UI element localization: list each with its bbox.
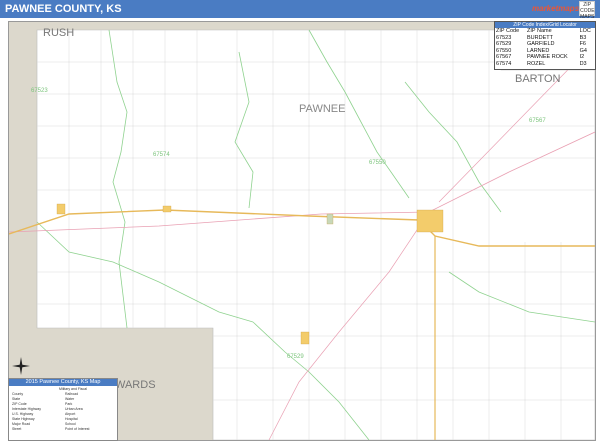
zip-label-67567: 67567	[529, 118, 546, 124]
legend-item: ZIP Code	[12, 402, 27, 406]
legend-item: Railroad	[65, 392, 79, 396]
legend-item: Hospital	[65, 417, 78, 421]
zip-table: ZIP Code ZIP Name LOC 67523 BURDETT B3 6…	[495, 28, 595, 67]
legend-item: School	[65, 422, 76, 426]
legend-subtitle: Military and Fiscal	[59, 387, 88, 391]
name-cell: ROZEL	[526, 60, 546, 67]
county-label-edwards: WARDS	[115, 379, 156, 391]
zip-table-header-row: ZIP Code ZIP Name LOC	[495, 28, 595, 35]
county-label-pawnee: PAWNEE	[299, 103, 345, 115]
legend-item: Point of Interest	[65, 427, 90, 431]
zip-label-67550: 67550	[369, 160, 386, 166]
table-row: 67529 GARFIELD F6	[495, 41, 595, 48]
table-row: 67567 PAWNEE ROCK I2	[495, 54, 595, 61]
west-county-area	[9, 30, 37, 328]
zip-label-67529: 67529	[287, 354, 304, 360]
logo-text: marketmaps	[532, 4, 580, 13]
legend-item: Park	[65, 402, 73, 406]
zip-label-67574: 67574	[153, 152, 170, 158]
table-row: 67574 ROZEL D3	[495, 61, 595, 68]
legend-item: Airport	[65, 412, 76, 416]
zip-cell: 67574	[496, 60, 512, 67]
compass-rose-icon	[12, 357, 30, 375]
legend-item: State Highway	[12, 417, 35, 421]
legend-item: Urban Area	[65, 407, 83, 411]
loc-cell: D3	[579, 60, 587, 67]
zip-label-67523: 67523	[31, 88, 48, 94]
legend-title: 2015 Pawnee County, KS Map	[9, 379, 117, 386]
county-label-rush: RUSH	[43, 27, 74, 39]
legend-item: Water	[65, 397, 75, 401]
logo: marketmaps ZIP CODE MAPS	[532, 1, 596, 20]
legend-item: Major Road	[12, 422, 31, 426]
legend-item: Interstate Highway	[12, 407, 41, 411]
legend-item: State	[12, 397, 21, 401]
county-label-barton: BARTON	[515, 73, 560, 85]
zip-index-table: ZIP Code Index/Grid Locator ZIP Code ZIP…	[494, 21, 596, 70]
logo-badge: ZIP CODE MAPS	[579, 1, 596, 20]
map-title: PAWNEE COUNTY, KS	[5, 3, 122, 15]
title-bar: PAWNEE COUNTY, KS marketmaps ZIP CODE MA…	[0, 0, 600, 20]
legend-item: Street	[12, 427, 22, 431]
legend-item: County	[12, 392, 24, 396]
legend-item: U.S. Highway	[12, 412, 34, 416]
map-legend: 2015 Pawnee County, KS Map Military and …	[8, 378, 118, 441]
